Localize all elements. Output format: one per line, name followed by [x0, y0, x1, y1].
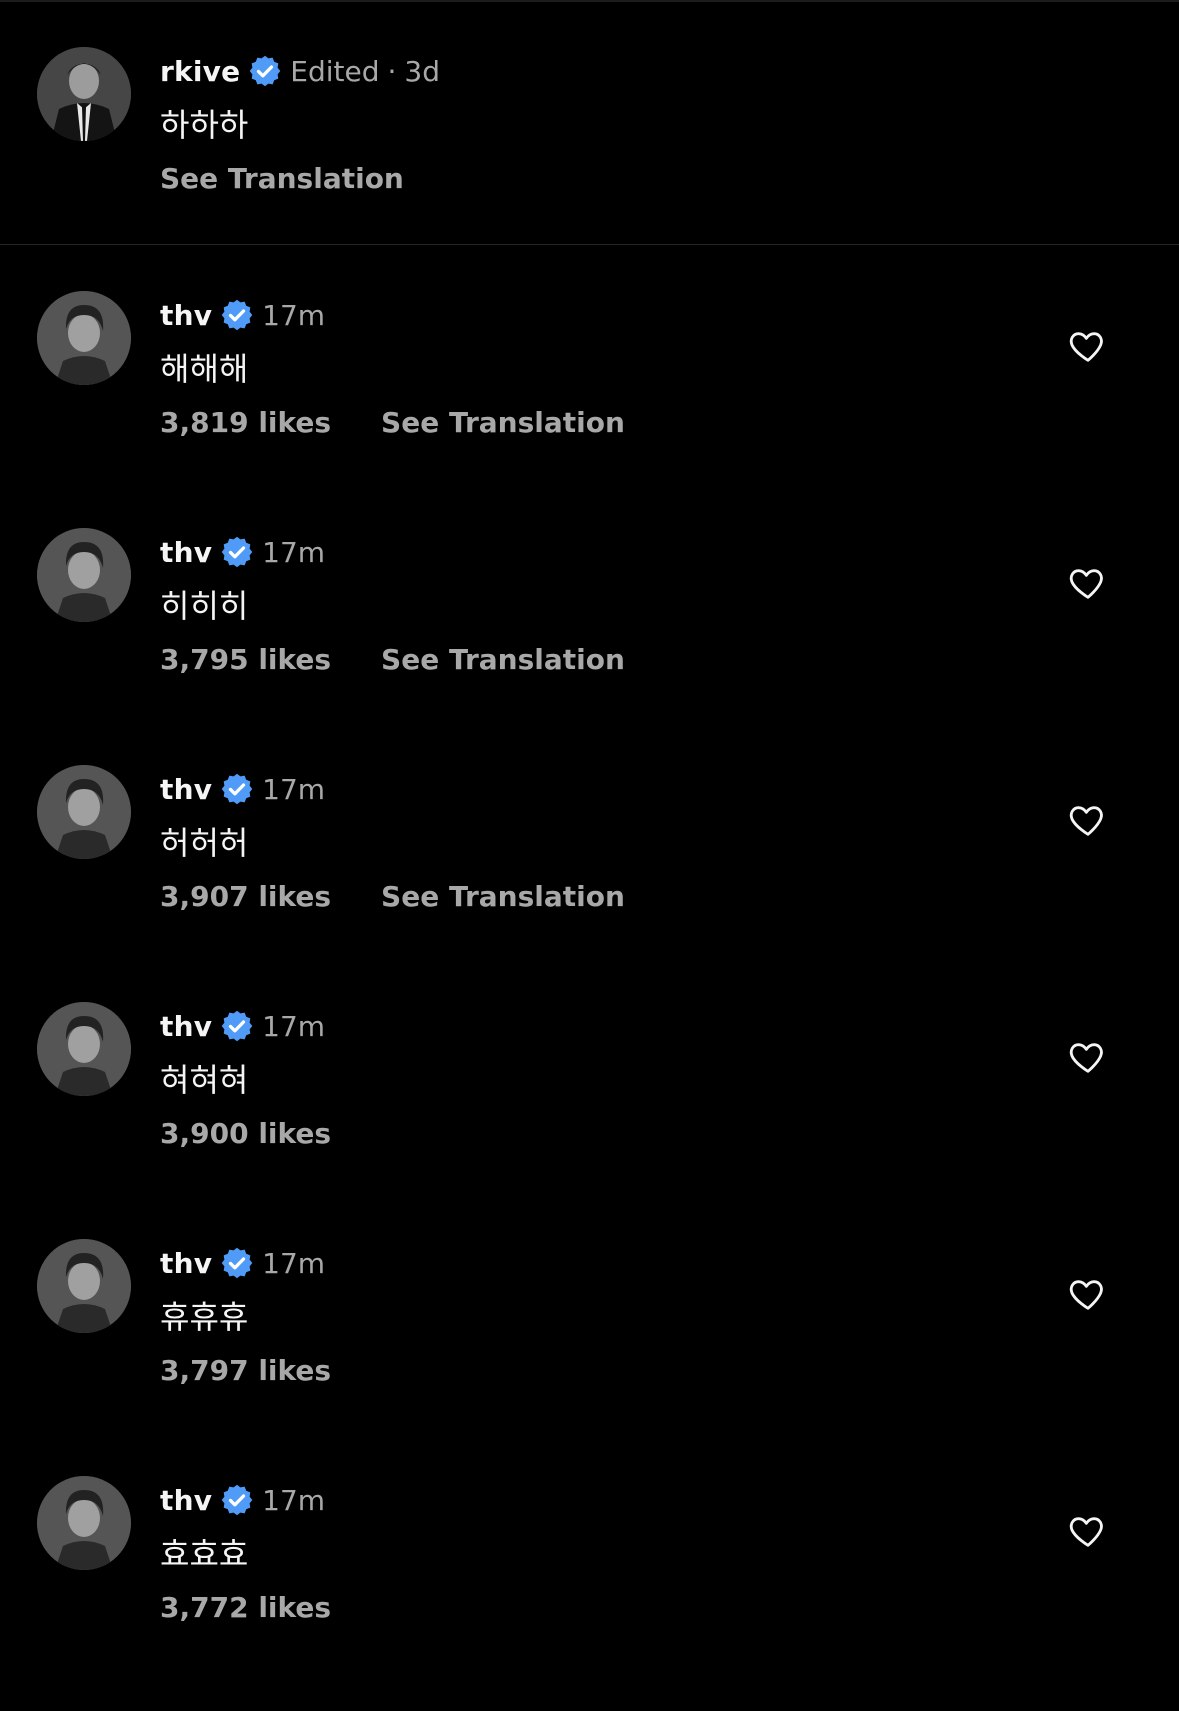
- comment-text: 허허허: [160, 824, 249, 862]
- likes-count[interactable]: 3,795 likes: [160, 643, 331, 676]
- likes-count[interactable]: 3,819 likes: [160, 406, 331, 439]
- comment-item: thv 17m 효효효 3,772 likes: [0, 1429, 1179, 1666]
- comment-text: 효효효: [160, 1535, 249, 1573]
- comment-actions: 3,907 likes See Translation: [160, 880, 625, 913]
- username[interactable]: thv: [160, 1484, 212, 1517]
- see-translation-button[interactable]: See Translation: [381, 406, 625, 439]
- post-caption: rkive Edited · 3d 하하하 See Translation: [0, 0, 1179, 245]
- username[interactable]: thv: [160, 1010, 212, 1043]
- comment-header: thv 17m: [160, 1006, 325, 1046]
- timestamp: 17m: [262, 1483, 326, 1517]
- comment-item: thv 17m 휴휴휴 3,797 likes: [0, 1192, 1179, 1429]
- heart-icon[interactable]: [1068, 326, 1108, 366]
- comment-text: 휴휴휴: [160, 1298, 249, 1336]
- comment-header: thv 17m: [160, 1480, 325, 1520]
- comment-actions: 3,795 likes See Translation: [160, 643, 625, 676]
- caption-text: 하하하: [160, 106, 249, 144]
- verified-badge-icon: [221, 1484, 253, 1516]
- verified-badge-icon: [221, 299, 253, 331]
- edited-label: Edited: [290, 54, 380, 88]
- username[interactable]: rkive: [160, 55, 240, 88]
- timestamp: 17m: [262, 1009, 326, 1043]
- likes-count[interactable]: 3,900 likes: [160, 1117, 331, 1150]
- timestamp: 3d: [404, 54, 441, 88]
- comment-item: thv 17m 히히히 3,795 likes See Translation: [0, 481, 1179, 718]
- heart-icon[interactable]: [1068, 800, 1108, 840]
- comment-text: 해해해: [160, 350, 249, 388]
- verified-badge-icon: [221, 1247, 253, 1279]
- comment-header: thv 17m: [160, 769, 325, 809]
- username[interactable]: thv: [160, 1247, 212, 1280]
- comment-actions: 3,819 likes See Translation: [160, 406, 625, 439]
- likes-count[interactable]: 3,797 likes: [160, 1354, 331, 1387]
- timestamp: 17m: [262, 772, 326, 806]
- avatar[interactable]: [37, 1002, 131, 1096]
- verified-badge-icon: [221, 1010, 253, 1042]
- comment-header: thv 17m: [160, 532, 325, 572]
- heart-icon[interactable]: [1068, 1274, 1108, 1314]
- see-translation-button[interactable]: See Translation: [381, 880, 625, 913]
- avatar[interactable]: [37, 47, 131, 141]
- comment-item: thv 17m 혀혀혀 3,900 likes: [0, 955, 1179, 1192]
- caption-header: rkive Edited · 3d: [160, 51, 440, 91]
- comment-actions: 3,900 likes: [160, 1117, 331, 1150]
- see-translation-button[interactable]: See Translation: [160, 162, 404, 195]
- avatar[interactable]: [37, 528, 131, 622]
- timestamp: 17m: [262, 535, 326, 569]
- username[interactable]: thv: [160, 299, 212, 332]
- avatar[interactable]: [37, 1476, 131, 1570]
- see-translation-button[interactable]: See Translation: [381, 643, 625, 676]
- verified-badge-icon: [221, 773, 253, 805]
- comment-actions: 3,772 likes: [160, 1591, 331, 1624]
- heart-icon[interactable]: [1068, 1037, 1108, 1077]
- comment-actions: 3,797 likes: [160, 1354, 331, 1387]
- avatar[interactable]: [37, 291, 131, 385]
- comment-item: thv 17m 허허허 3,907 likes See Translation: [0, 718, 1179, 955]
- likes-count[interactable]: 3,907 likes: [160, 880, 331, 913]
- separator: ·: [387, 54, 397, 88]
- avatar[interactable]: [37, 1239, 131, 1333]
- username[interactable]: thv: [160, 773, 212, 806]
- comment-header: thv 17m: [160, 1243, 325, 1283]
- comment-header: thv 17m: [160, 295, 325, 335]
- comment-item: thv 17m 해해해 3,819 likes See Translation: [0, 244, 1179, 481]
- avatar[interactable]: [37, 765, 131, 859]
- verified-badge-icon: [249, 55, 281, 87]
- caption-actions: See Translation: [160, 162, 404, 195]
- likes-count[interactable]: 3,772 likes: [160, 1591, 331, 1624]
- verified-badge-icon: [221, 536, 253, 568]
- heart-icon[interactable]: [1068, 563, 1108, 603]
- heart-icon[interactable]: [1068, 1511, 1108, 1551]
- username[interactable]: thv: [160, 536, 212, 569]
- comments-screen: rkive Edited · 3d 하하하 See Translation th…: [0, 0, 1179, 1711]
- comment-text: 히히히: [160, 587, 249, 625]
- timestamp: 17m: [262, 1246, 326, 1280]
- comment-text: 혀혀혀: [160, 1061, 249, 1099]
- timestamp: 17m: [262, 298, 326, 332]
